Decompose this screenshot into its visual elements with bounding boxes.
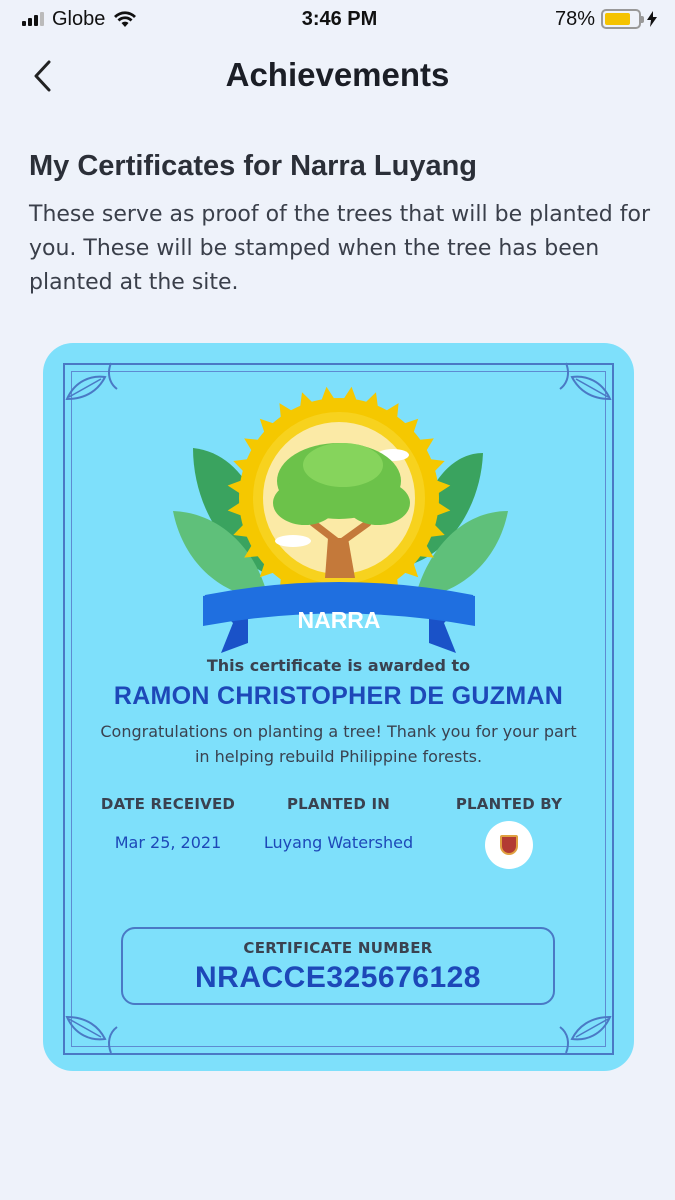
planted-by-label: PLANTED BY bbox=[455, 795, 563, 813]
battery-icon bbox=[601, 9, 644, 29]
status-bar: Globe 3:46 PM 78% bbox=[0, 0, 675, 38]
tree-name: NARRA bbox=[297, 607, 380, 633]
signal-icon bbox=[22, 12, 44, 26]
battery-percent: 78% bbox=[554, 7, 595, 30]
shield-icon bbox=[500, 835, 518, 855]
planted-in-label: PLANTED IN bbox=[286, 795, 390, 813]
congratulations-message: Congratulations on planting a tree! Than… bbox=[100, 722, 577, 766]
section-heading: My Certificates for Narra Luyang bbox=[29, 150, 478, 182]
nav-bar: Achievements bbox=[0, 48, 675, 104]
awarded-to-label: This certificate is awarded to bbox=[206, 656, 471, 675]
tree-emblem: NARRA bbox=[173, 386, 508, 653]
planted-by-column: PLANTED BY bbox=[424, 795, 594, 869]
section-description: These serve as proof of the trees that w… bbox=[29, 202, 650, 295]
recipient-name: RAMON CHRISTOPHER DE GUZMAN bbox=[113, 682, 564, 710]
leaf-ornament-icon bbox=[65, 1015, 118, 1054]
date-received-value: Mar 25, 2021 bbox=[114, 833, 222, 852]
date-received-label: DATE RECEIVED bbox=[100, 795, 236, 813]
certificate-details: DATE RECEIVED Mar 25, 2021 PLANTED IN Lu… bbox=[83, 795, 594, 869]
certificate-number-box: CERTIFICATE NUMBER NRACCE325676128 bbox=[121, 927, 555, 1005]
leaf-ornament-icon bbox=[559, 1015, 612, 1054]
certificate-number-label: CERTIFICATE NUMBER bbox=[243, 939, 433, 957]
certificate-number: NRACCE325676128 bbox=[195, 961, 481, 994]
certificate-card[interactable]: NARRA This certificate is awarded to RAM… bbox=[43, 343, 634, 1071]
carrier-name: Globe bbox=[52, 7, 106, 30]
planted-in-value: Luyang Watershed bbox=[263, 833, 414, 852]
page-title: Achievements bbox=[225, 56, 450, 93]
chevron-left-icon bbox=[34, 60, 51, 92]
date-received-column: DATE RECEIVED Mar 25, 2021 bbox=[83, 795, 253, 869]
planted-in-column: PLANTED IN Luyang Watershed bbox=[254, 795, 424, 869]
battery-level bbox=[605, 13, 630, 25]
planter-logo bbox=[485, 821, 533, 869]
status-time: 3:46 PM bbox=[301, 7, 378, 30]
back-button[interactable] bbox=[22, 56, 62, 96]
status-left: Globe bbox=[22, 8, 222, 31]
status-right: 78% bbox=[457, 8, 657, 31]
wifi-icon bbox=[114, 11, 137, 27]
charging-icon bbox=[647, 11, 657, 27]
